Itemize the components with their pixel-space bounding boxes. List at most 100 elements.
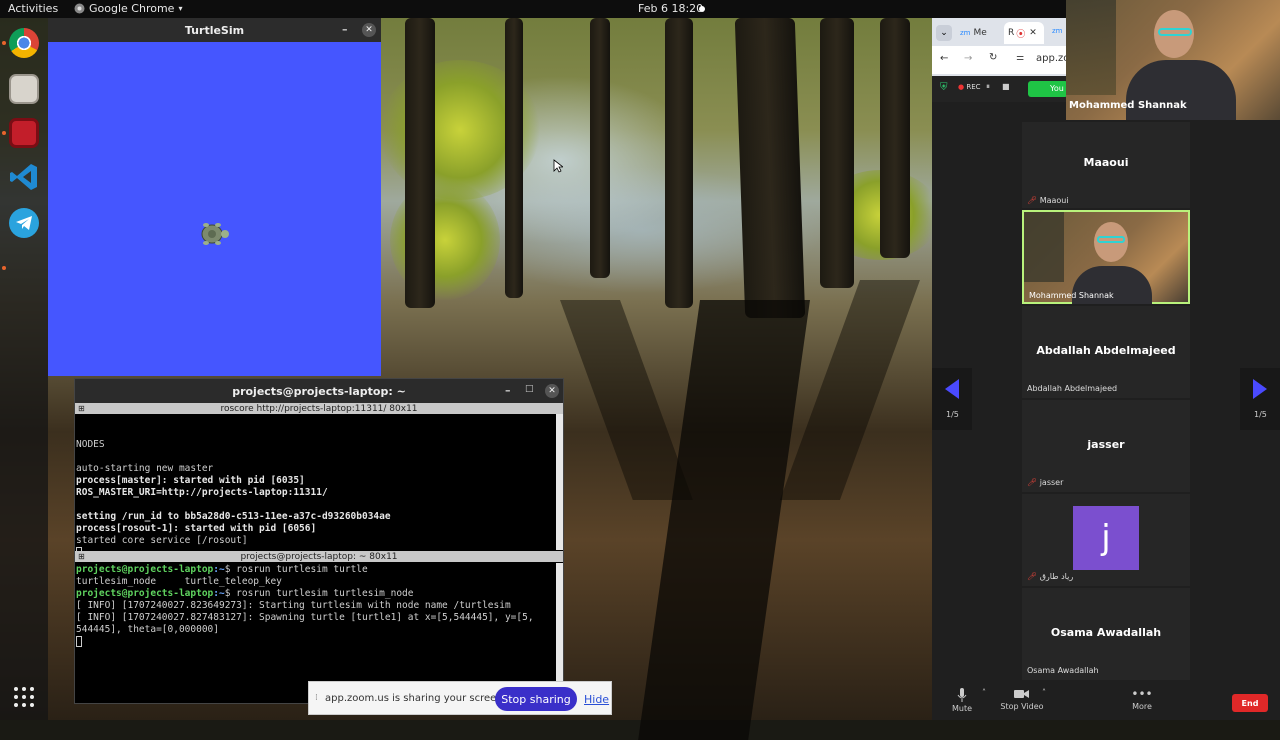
tab-label: R <box>1008 28 1015 38</box>
microphone-icon <box>957 688 967 702</box>
participant-tile-active[interactable]: Mohammed Shannak <box>1022 210 1190 304</box>
activities-button[interactable]: Activities <box>8 2 58 15</box>
participant-name-large: Osama Awadallah <box>1050 626 1162 639</box>
share-message: app.zoom.us is sharing your screen. <box>325 693 506 704</box>
zoom-tab-icon[interactable]: zm <box>1052 27 1063 35</box>
pane-title-bar[interactable]: ⊞ roscore http://projects-laptop:11311/ … <box>75 403 563 414</box>
output-line: NODES <box>76 439 105 450</box>
next-page-button[interactable]: 1/5 <box>1240 368 1280 430</box>
drag-handle-icon[interactable]: ⁞ <box>315 693 318 703</box>
vscode-icon[interactable] <box>9 162 39 192</box>
output-line: [ INFO] [1707240027.823649273]: Starting… <box>76 600 511 611</box>
hide-link[interactable]: Hide <box>584 693 609 706</box>
tree-trunk <box>820 18 854 288</box>
terminal-titlebar[interactable]: projects@projects-laptop: ~ – □ ✕ <box>75 379 563 403</box>
participant-tile[interactable]: jasser 🎤︎ jasser <box>1022 400 1190 492</box>
mute-button[interactable]: Mute <box>948 688 976 713</box>
app-center-icon[interactable] <box>9 118 39 148</box>
stop-recording-icon[interactable]: ■ <box>1002 82 1010 91</box>
presenter-name: Mohammed Shannak <box>1069 100 1187 111</box>
running-indicator-icon <box>2 131 6 135</box>
person-shirt <box>1126 60 1236 120</box>
app-menu[interactable]: Google Chrome ▾ <box>74 2 182 15</box>
output-line: process[rosout-1]: started with pid [605… <box>76 523 317 534</box>
stop-video-button[interactable]: Stop Video <box>1000 688 1044 711</box>
participant-name: Abdallah Abdelmajeed <box>1027 384 1118 393</box>
arrow-left-icon <box>945 379 959 399</box>
turtlesim-title: TurtleSim <box>184 23 245 37</box>
stop-sharing-button[interactable]: Stop sharing <box>495 687 577 711</box>
app-menu-label: Google Chrome <box>89 2 175 15</box>
participant-tile[interactable]: Maaoui 🎤︎ Maaoui <box>1022 122 1190 208</box>
end-meeting-button[interactable]: End <box>1232 694 1268 712</box>
more-button[interactable]: ••• More <box>1128 688 1156 711</box>
pane-output[interactable]: NODES auto-starting new master process[m… <box>76 427 391 560</box>
terminator-grid-icon: ⊞ <box>78 552 85 561</box>
tree-trunk <box>734 18 806 318</box>
participant-name: Maaoui <box>1039 196 1069 205</box>
pane-output[interactable]: projects@projects-laptop:~$ rosrun turtl… <box>76 564 534 649</box>
scrollbar[interactable] <box>556 414 563 550</box>
minimize-button[interactable]: – <box>342 23 348 36</box>
tab-recording[interactable]: R ⦿ ✕ <box>1004 22 1044 44</box>
prompt-user: projects@projects-laptop <box>76 588 214 599</box>
paper-plane-icon <box>16 216 32 230</box>
output-line: auto-starting new master <box>76 463 214 474</box>
page-indicator: 1/5 <box>946 410 959 419</box>
tab-label: Me <box>973 28 987 38</box>
page-indicator: 1/5 <box>1254 410 1267 419</box>
tree-trunk <box>505 18 523 298</box>
previous-page-button[interactable]: 1/5 <box>932 368 972 430</box>
turtlesim-titlebar[interactable]: TurtleSim – ✕ <box>48 18 381 42</box>
telegram-icon[interactable] <box>9 208 39 238</box>
participant-tile[interactable]: j 🎤︎ رياد طارق <box>1022 494 1190 586</box>
shield-icon: ⛨ <box>940 82 948 93</box>
tree-trunk <box>665 18 693 308</box>
chrome-icon[interactable] <box>9 28 39 58</box>
stop-video-label: Stop Video <box>1000 702 1044 711</box>
notification-dot-icon <box>699 6 705 12</box>
back-arrow-icon[interactable]: ← <box>940 53 948 64</box>
reload-icon[interactable]: ↻ <box>989 52 997 63</box>
app-grid-icon[interactable] <box>13 686 35 708</box>
pane-title: roscore http://projects-laptop:11311/ 80… <box>220 403 418 414</box>
pause-recording-icon[interactable]: ⏸ <box>986 82 990 92</box>
terminal-window[interactable]: projects@projects-laptop: ~ – □ ✕ ⊞ rosc… <box>74 378 564 704</box>
participant-name: رياد طارق <box>1039 572 1074 581</box>
chevron-up-icon[interactable]: ˄ <box>1042 688 1046 697</box>
avatar: j <box>1073 506 1139 570</box>
turtlesim-window[interactable]: TurtleSim – ✕ <box>48 18 381 376</box>
minimize-button[interactable]: – <box>505 384 511 397</box>
running-indicator-icon <box>2 41 6 45</box>
tree-trunk <box>880 18 910 258</box>
tab-list-chevron-icon[interactable]: ⌄ <box>936 25 952 41</box>
participant-name: jasser <box>1039 478 1064 487</box>
clock[interactable]: Feb 6 18:20 <box>638 2 703 15</box>
output-line: started core service [/rosout] <box>76 535 248 546</box>
tree-shadow <box>638 300 810 740</box>
forward-arrow-icon[interactable]: → <box>964 53 972 64</box>
pane-title-bar[interactable]: ⊞ projects@projects-laptop: ~ 80x11 <box>75 551 563 562</box>
dock <box>0 18 48 720</box>
presenter-video[interactable]: Mohammed Shannak <box>1066 0 1280 120</box>
maximize-button[interactable]: □ <box>525 384 534 394</box>
files-icon[interactable] <box>9 74 39 104</box>
command: $ rosrun turtlesim turtlesim_node <box>224 588 414 599</box>
chevron-up-icon[interactable]: ˄ <box>982 688 986 697</box>
participant-tile[interactable]: Osama Awadallah Osama Awadallah <box>1022 588 1190 680</box>
participant-tile[interactable]: Abdallah Abdelmajeed Abdallah Abdelmajee… <box>1022 306 1190 398</box>
participant-name-large: Abdallah Abdelmajeed <box>1036 344 1176 357</box>
output-line: setting /run_id to bb5a28d0-c513-11ee-a3… <box>76 511 391 522</box>
recording-toolbar: ⛨ ● REC ⏸ ■ You <box>932 76 1068 102</box>
tree-shadow <box>560 300 693 500</box>
close-button[interactable]: ✕ <box>362 23 376 37</box>
output-line: process[master]: started with pid [6035] <box>76 475 305 486</box>
tab-meeting[interactable]: zm Me <box>960 22 998 44</box>
recording-tab-icon: ⦿ <box>1016 29 1026 40</box>
command: $ rosrun turtlesim turtle <box>224 564 368 575</box>
site-settings-icon[interactable]: ⚌ <box>1016 53 1024 63</box>
tab-close-icon[interactable]: ✕ <box>1029 28 1037 38</box>
chrome-small-icon <box>74 3 85 14</box>
prompt-path: :~ <box>213 588 225 599</box>
close-button[interactable]: ✕ <box>545 384 559 398</box>
